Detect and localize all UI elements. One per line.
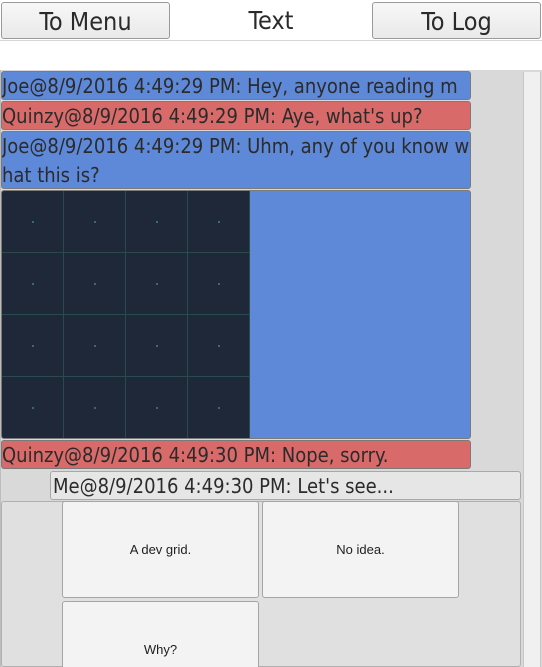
page-title: Text — [248, 6, 294, 35]
grid-dot — [94, 283, 96, 285]
grid-dot — [156, 345, 158, 347]
grid-dot — [94, 345, 96, 347]
chat-message-quinzy: Quinzy@8/9/2016 4:49:30 PM: Nope, sorry. — [1, 440, 471, 469]
header-divider — [0, 40, 542, 41]
chat-message-joe: Joe@8/9/2016 4:49:29 PM: Hey, anyone rea… — [1, 71, 471, 100]
reply-option-button[interactable]: No idea. — [262, 501, 459, 598]
chat-message-me: Me@8/9/2016 4:49:30 PM: Let's see... — [50, 471, 521, 500]
grid-dot — [94, 407, 96, 409]
to-log-button[interactable]: To Log — [372, 2, 541, 39]
chat-message-quinzy: Quinzy@8/9/2016 4:49:29 PM: Aye, what's … — [1, 101, 471, 130]
grid-dot — [218, 221, 220, 223]
dev-grid-image — [2, 191, 250, 438]
chat-message-joe: Joe@8/9/2016 4:49:29 PM: Uhm, any of you… — [1, 131, 471, 189]
grid-dot — [94, 221, 96, 223]
grid-dot — [218, 283, 220, 285]
grid-dot — [218, 345, 220, 347]
grid-dot — [32, 407, 34, 409]
to-menu-button[interactable]: To Menu — [1, 2, 170, 39]
grid-dot — [156, 407, 158, 409]
grid-dot — [218, 407, 220, 409]
reply-option-button[interactable]: Why? — [62, 601, 259, 667]
grid-dot — [156, 221, 158, 223]
vertical-scrollbar[interactable] — [523, 72, 541, 667]
reply-option-button[interactable]: A dev grid. — [62, 501, 259, 598]
grid-dot — [32, 345, 34, 347]
grid-dot — [32, 283, 34, 285]
grid-dot — [32, 221, 34, 223]
chat-message-image — [1, 190, 471, 439]
grid-dot — [156, 283, 158, 285]
